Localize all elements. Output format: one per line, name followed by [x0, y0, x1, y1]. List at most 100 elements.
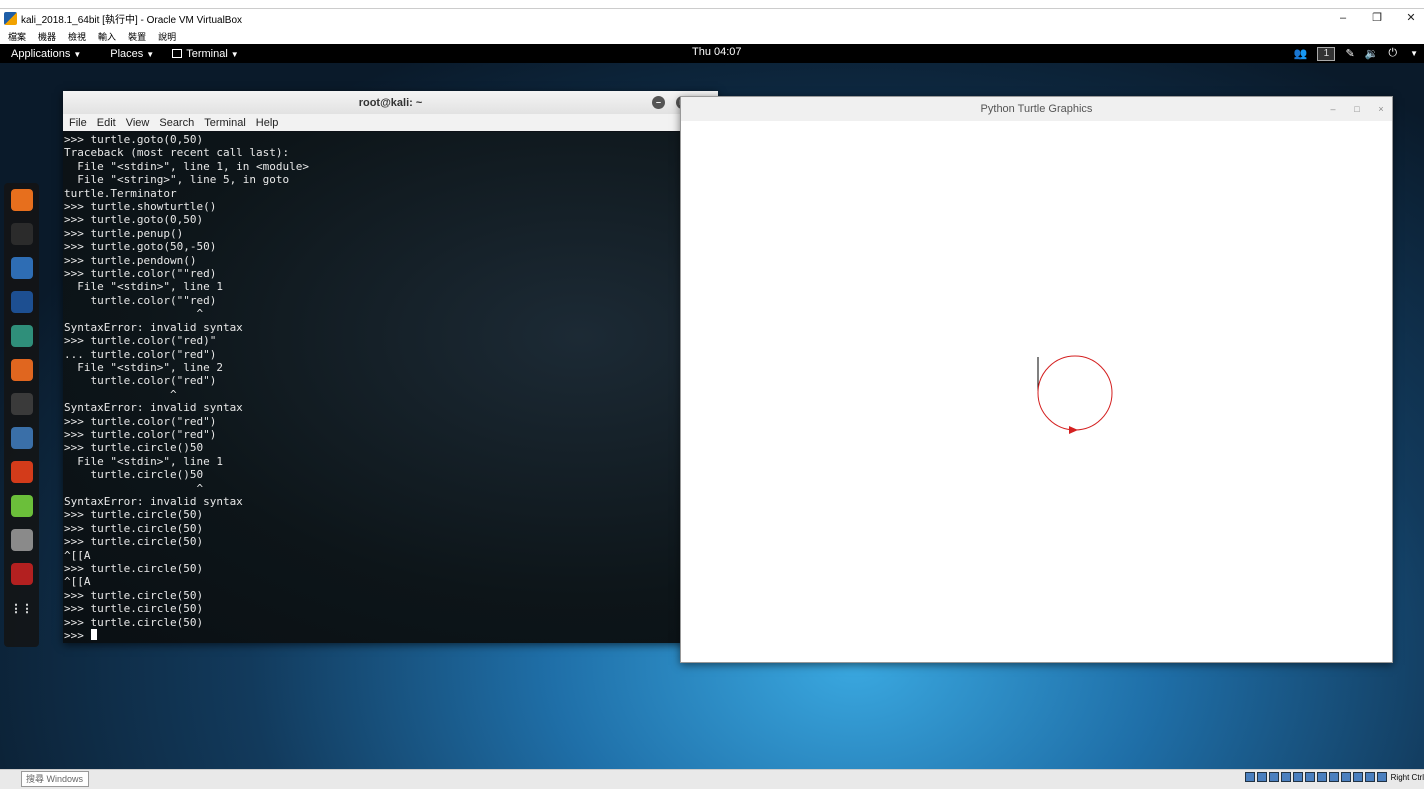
terminal-line: >>> turtle.circle(50) [64, 562, 204, 575]
faraday-icon[interactable] [10, 461, 33, 483]
workspace-indicator[interactable]: 1 [1317, 46, 1336, 61]
terminal-line: ^ [64, 307, 204, 321]
terminal-line: Traceback (most recent call last): [64, 146, 290, 160]
tray-icon[interactable] [1316, 772, 1327, 782]
beef-icon[interactable] [10, 427, 33, 449]
metasploit-icon[interactable] [10, 291, 33, 313]
tray-icon[interactable] [1340, 772, 1351, 782]
chevron-down-icon: ▼ [230, 49, 239, 59]
terminal-menu-terminal[interactable]: Terminal [204, 117, 246, 129]
menu-input[interactable]: 輸入 [98, 30, 116, 43]
terminal-line: File "<string>", line 5, in goto [64, 173, 290, 187]
turtle-canvas[interactable] [681, 121, 1392, 662]
terminal-line: SyntaxError: invalid syntax [64, 401, 243, 415]
tray-icon[interactable] [1352, 772, 1363, 782]
terminal-line: >>> turtle.circle()50 [64, 441, 204, 455]
restore-button[interactable]: ❐ [1362, 9, 1392, 28]
terminal-line: >>> turtle.color("red") [64, 427, 217, 441]
menu-view[interactable]: 檢視 [68, 30, 86, 43]
panel-clock[interactable]: Thu 04:07 [692, 46, 742, 58]
terminal-titlebar[interactable]: root@kali: ~ – □ × [63, 91, 718, 114]
virtualbox-titlebar: kali_2018.1_64bit [執行中] - Oracle VM Virt… [0, 9, 1424, 28]
terminal-line: >>> turtle.circle(50) [64, 602, 204, 616]
armitage-icon[interactable] [10, 325, 33, 347]
terminal-small-icon [172, 48, 183, 58]
tray-icon[interactable] [1256, 772, 1267, 782]
virtualbox-icon [4, 12, 17, 25]
terminal-menu-search[interactable]: Search [159, 117, 194, 129]
windows-search-box[interactable]: 搜尋 Windows [21, 771, 89, 787]
terminal-line: File "<stdin>", line 2 [64, 360, 223, 374]
tray-icon[interactable] [1268, 772, 1279, 782]
turtle-window: Python Turtle Graphics – □ × [680, 96, 1393, 663]
terminal-output[interactable]: >>> turtle.goto(0,50) Traceback (most rec… [63, 132, 708, 643]
users-icon[interactable]: 👥 [1294, 47, 1308, 60]
menu-file[interactable]: 檔案 [8, 30, 26, 43]
terminal-line: >>> turtle.circle(50) [64, 535, 204, 549]
close-icon[interactable]: × [1372, 97, 1390, 121]
host-key-label: Right Ctrl [1390, 772, 1424, 782]
virtualbox-menubar: 檔案 機器 檢視 輸入 裝置 說明 [0, 28, 1424, 44]
minimize-button[interactable]: – [1328, 9, 1358, 28]
tray-icon[interactable] [1376, 772, 1387, 782]
tray-icon[interactable] [1280, 772, 1291, 782]
terminal-line: ^[[A [64, 548, 91, 562]
tray-icon[interactable] [1364, 772, 1375, 782]
chevron-down-icon[interactable]: ▼ [1410, 49, 1418, 58]
top-panel: Applications ▼ Places ▼ Terminal ▼ Thu 04:0… [0, 44, 1424, 63]
dock: ⋮⋮ [4, 183, 39, 647]
terminal-line: File "<stdin>", line 1 [64, 454, 223, 468]
terminal-icon[interactable] [10, 223, 33, 245]
power-icon[interactable]: ⏻ [1388, 47, 1397, 60]
terminal-menu-view[interactable]: View [126, 117, 150, 129]
files-icon[interactable] [10, 257, 33, 279]
terminal-line: >>> turtle.showturtle() [64, 200, 217, 214]
terminal-menu-help[interactable]: Help [256, 117, 279, 129]
firefox-icon[interactable] [10, 189, 33, 211]
terminal-line: >>> turtle.color(""red) [64, 267, 217, 281]
recordmydesktop-icon[interactable] [10, 563, 33, 585]
terminal-line: turtle.Terminator [64, 186, 177, 200]
show-apps-icon[interactable]: ⋮⋮ [11, 597, 33, 619]
terminal-window: root@kali: ~ – □ × File Edit View Search… [63, 91, 718, 643]
terminal-line: ^ [64, 387, 177, 401]
tray-icon[interactable] [1244, 772, 1255, 782]
menu-devices[interactable]: 裝置 [128, 30, 146, 43]
menu-help[interactable]: 說明 [158, 30, 176, 43]
tray-icon[interactable] [1292, 772, 1303, 782]
terminal-line: >>> turtle.goto(0,50) [64, 213, 204, 227]
terminal-line: >>> turtle.circle(50) [64, 508, 204, 522]
terminal-line: turtle.circle()50 [64, 468, 204, 482]
maximize-icon[interactable]: □ [1348, 97, 1366, 121]
terminal-menu-edit[interactable]: Edit [97, 117, 116, 129]
tray-icon[interactable] [1304, 772, 1315, 782]
minimize-icon[interactable]: – [1324, 97, 1342, 121]
terminal-menu-file[interactable]: File [69, 117, 87, 129]
terminal-line: >>> turtle.penup() [64, 226, 184, 240]
terminal-line: >>> turtle.circle(50) [64, 615, 204, 629]
terminal-app-menu[interactable]: Terminal ▼ [172, 48, 239, 60]
maltego-icon[interactable] [10, 393, 33, 415]
tray-icon[interactable] [1328, 772, 1339, 782]
virtualbox-title: kali_2018.1_64bit [執行中] - Oracle VM Virt… [21, 15, 243, 26]
chevron-down-icon: ▼ [146, 49, 155, 59]
terminal-line: turtle.color("red") [64, 374, 217, 388]
close-button[interactable]: ✕ [1396, 9, 1424, 28]
places-label: Places [110, 47, 144, 60]
terminal-prompt-line[interactable]: >>> [64, 629, 708, 642]
places-menu[interactable]: Places ▼ [110, 48, 154, 60]
applications-menu[interactable]: Applications ▼ [11, 48, 81, 60]
terminal-line: >>> turtle.circle(50) [64, 588, 204, 602]
terminal-lines: >>> turtle.goto(0,50) Traceback (most rec… [63, 132, 708, 642]
tools-icon[interactable]: ✎ [1345, 47, 1354, 60]
turtle-titlebar[interactable]: Python Turtle Graphics – □ × [681, 97, 1392, 121]
terminal-prompt: >>> [64, 629, 91, 643]
minimize-icon[interactable]: – [652, 96, 665, 109]
windows-taskbar: 搜尋 Windows Right Ctrl [0, 769, 1424, 789]
menu-machine[interactable]: 機器 [38, 30, 56, 43]
cherrytree-icon[interactable] [10, 529, 33, 551]
turtle-circle [1037, 355, 1113, 431]
burpsuite-icon[interactable] [10, 359, 33, 381]
volume-icon[interactable]: 🔉 [1365, 47, 1379, 60]
leafpad-icon[interactable] [10, 495, 33, 517]
